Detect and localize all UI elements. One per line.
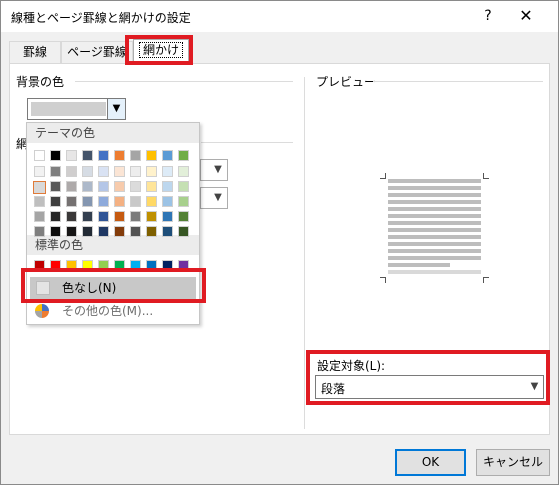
theme-color-swatch[interactable] <box>130 196 141 207</box>
theme-color-swatch[interactable] <box>98 196 109 207</box>
theme-color-swatch[interactable] <box>178 166 189 177</box>
theme-colors-header: テーマの色 <box>27 123 199 143</box>
theme-color-swatch[interactable] <box>130 181 141 192</box>
crop-mark <box>380 173 386 179</box>
theme-color-swatch[interactable] <box>34 211 45 222</box>
standard-colors-header: 標準の色 <box>27 235 199 255</box>
theme-color-swatch[interactable] <box>34 150 45 161</box>
theme-color-swatch[interactable] <box>34 196 45 207</box>
theme-color-swatch[interactable] <box>162 196 173 207</box>
theme-color-swatch[interactable] <box>114 181 125 192</box>
theme-color-swatch[interactable] <box>178 226 189 237</box>
pattern-separator <box>201 142 293 143</box>
dialog-title: 線種とページ罫線と網かけの設定 <box>11 11 191 25</box>
fill-color-swatch <box>31 102 106 116</box>
theme-color-swatch[interactable] <box>98 211 109 222</box>
theme-color-swatch[interactable] <box>33 181 46 194</box>
theme-color-swatch[interactable] <box>114 166 125 177</box>
theme-color-swatch[interactable] <box>82 226 93 237</box>
theme-color-swatch[interactable] <box>114 211 125 222</box>
theme-color-swatch[interactable] <box>50 166 61 177</box>
more-colors-menu-item[interactable]: その他の色(M)... <box>30 300 196 322</box>
color-wheel-icon <box>35 304 49 318</box>
theme-color-swatch[interactable] <box>146 211 157 222</box>
tab-borders[interactable]: 罫線 <box>9 41 61 63</box>
theme-color-swatch[interactable] <box>114 150 125 161</box>
theme-color-swatch[interactable] <box>34 226 45 237</box>
crop-mark <box>483 173 489 179</box>
theme-color-swatch[interactable] <box>50 181 61 192</box>
theme-color-swatch[interactable] <box>178 181 189 192</box>
theme-color-swatch[interactable] <box>82 181 93 192</box>
theme-color-swatch[interactable] <box>66 226 77 237</box>
theme-color-swatch[interactable] <box>66 211 77 222</box>
fill-label: 背景の色 <box>16 75 65 89</box>
theme-color-swatch[interactable] <box>82 166 93 177</box>
borders-and-shading-dialog: 線種とページ罫線と網かけの設定 ? ✕ 罫線 ページ罫線 網かけ 背景の色 ▼ … <box>0 0 559 485</box>
shading-tab-highlight <box>125 35 193 65</box>
theme-color-swatch[interactable] <box>66 196 77 207</box>
theme-color-swatch[interactable] <box>162 150 173 161</box>
theme-color-swatch[interactable] <box>178 150 189 161</box>
chevron-down-icon[interactable]: ▼ <box>209 188 227 208</box>
theme-color-swatch[interactable] <box>146 150 157 161</box>
theme-color-swatch[interactable] <box>178 196 189 207</box>
preview-area <box>388 179 481 276</box>
theme-color-swatch[interactable] <box>130 211 141 222</box>
theme-color-swatch[interactable] <box>162 226 173 237</box>
theme-color-swatch[interactable] <box>130 166 141 177</box>
no-color-highlight <box>21 268 206 303</box>
theme-color-swatch[interactable] <box>50 196 61 207</box>
theme-color-swatch[interactable] <box>50 150 61 161</box>
crop-mark <box>380 277 386 283</box>
vertical-separator <box>304 77 305 429</box>
theme-color-swatch[interactable] <box>114 226 125 237</box>
theme-color-swatch[interactable] <box>178 211 189 222</box>
theme-color-swatch[interactable] <box>98 150 109 161</box>
cancel-button[interactable]: キャンセル <box>476 449 550 476</box>
theme-color-swatch[interactable] <box>98 181 109 192</box>
theme-color-swatch[interactable] <box>98 226 109 237</box>
tab-page-border[interactable]: ページ罫線 <box>61 41 133 63</box>
chevron-down-icon[interactable]: ▼ <box>107 99 125 119</box>
theme-color-swatch[interactable] <box>66 166 77 177</box>
theme-color-swatch[interactable] <box>130 150 141 161</box>
theme-color-swatch[interactable] <box>162 166 173 177</box>
ok-button[interactable]: OK <box>395 449 466 476</box>
theme-color-swatch[interactable] <box>66 181 77 192</box>
theme-color-swatch[interactable] <box>146 226 157 237</box>
theme-color-swatch[interactable] <box>130 226 141 237</box>
theme-color-swatch[interactable] <box>82 196 93 207</box>
theme-color-swatch[interactable] <box>50 211 61 222</box>
theme-color-swatch[interactable] <box>50 226 61 237</box>
theme-color-swatch[interactable] <box>98 166 109 177</box>
pattern-color-combo[interactable]: ▼ <box>200 187 228 209</box>
theme-color-swatch[interactable] <box>162 211 173 222</box>
apply-to-highlight <box>306 350 550 405</box>
theme-color-swatch[interactable] <box>66 150 77 161</box>
crop-mark <box>483 277 489 283</box>
preview-separator <box>373 81 543 82</box>
fill-separator <box>75 81 293 82</box>
theme-color-swatch[interactable] <box>82 211 93 222</box>
title-bar: 線種とページ罫線と網かけの設定 ? ✕ <box>1 1 558 32</box>
fill-color-combo[interactable]: ▼ <box>27 98 126 120</box>
chevron-down-icon[interactable]: ▼ <box>209 160 227 180</box>
pattern-style-combo[interactable]: ▼ <box>200 159 228 181</box>
more-colors-label: その他の色(M)... <box>62 304 154 318</box>
theme-color-swatch[interactable] <box>82 150 93 161</box>
theme-color-swatch[interactable] <box>146 181 157 192</box>
theme-color-swatch[interactable] <box>146 196 157 207</box>
theme-color-swatch[interactable] <box>146 166 157 177</box>
close-button[interactable]: ✕ <box>509 4 543 28</box>
theme-color-swatch[interactable] <box>114 196 125 207</box>
help-button[interactable]: ? <box>475 4 501 28</box>
theme-color-swatch[interactable] <box>34 166 45 177</box>
theme-color-swatch[interactable] <box>162 181 173 192</box>
preview-label: プレビュー <box>316 75 377 89</box>
